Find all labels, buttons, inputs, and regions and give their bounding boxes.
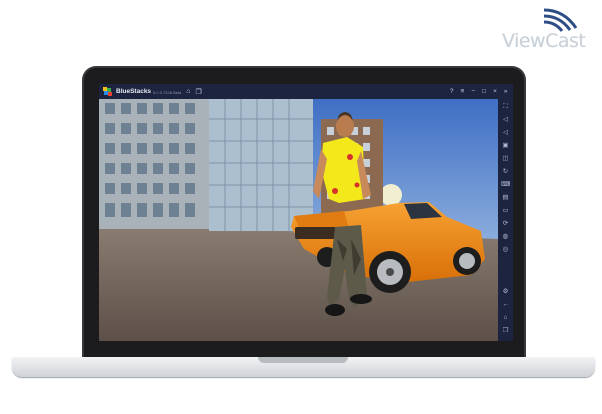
screen-record-icon[interactable]: ▣ — [501, 141, 510, 150]
back-icon[interactable]: ← — [501, 300, 510, 309]
bluestacks-sidebar: ⛶ ◁ ◁ ▣ ◫ ↻ ⌨ ▤ ▭ ⟳ ◍ ◎ ⚙ ← ⌂ ❐ — [498, 99, 513, 341]
macro-icon[interactable]: ⌨ — [501, 180, 510, 189]
glass-tower — [209, 99, 313, 231]
app-version: 5.0.0.7228 Beta — [153, 89, 182, 95]
settings-icon[interactable]: ⚙ — [501, 287, 510, 296]
minimize-icon[interactable]: − — [471, 88, 475, 95]
app-name: BlueStacks — [116, 88, 152, 95]
volume-down-icon[interactable]: ◁ — [501, 128, 510, 137]
volume-up-icon[interactable]: ◁ — [501, 115, 510, 124]
laptop-screen: BlueStacks 5.0.0.7228 Beta ⌂ ❐ ? ≡ − □ ×… — [99, 84, 513, 341]
menu-icon[interactable]: ≡ — [461, 88, 465, 95]
sync-icon[interactable]: ⟳ — [501, 219, 510, 228]
restore-icon[interactable]: □ — [482, 88, 486, 95]
office-building — [99, 99, 211, 229]
fullscreen-icon[interactable]: ⛶ — [501, 102, 510, 111]
laptop-notch — [258, 357, 348, 363]
home-icon[interactable]: ⌂ — [501, 313, 510, 322]
multi-instance-icon[interactable]: ❐ — [196, 88, 202, 96]
recent-apps-icon[interactable]: ❐ — [501, 326, 510, 335]
signal-waves-icon — [543, 8, 578, 32]
sun — [380, 184, 402, 206]
shake-icon[interactable]: ◎ — [501, 245, 510, 254]
game-scene — [99, 99, 498, 341]
collapse-sidebar-icon[interactable]: » — [504, 88, 508, 95]
screenshot-icon[interactable]: ◫ — [501, 154, 510, 163]
bluestacks-titlebar: BlueStacks 5.0.0.7228 Beta ⌂ ❐ ? ≡ − □ ×… — [99, 84, 513, 99]
multi-instance-manager-icon[interactable]: ▤ — [501, 193, 510, 202]
logo-text: ViewCast — [502, 30, 586, 52]
game-viewport[interactable] — [99, 99, 498, 341]
eco-mode-icon[interactable]: ◍ — [501, 232, 510, 241]
folder-icon[interactable]: ▭ — [501, 206, 510, 215]
bluestacks-logo-icon — [103, 87, 112, 96]
rotate-icon[interactable]: ↻ — [501, 167, 510, 176]
home-icon[interactable]: ⌂ — [186, 88, 190, 95]
viewcast-logo: ViewCast — [500, 8, 596, 54]
close-icon[interactable]: × — [493, 88, 497, 95]
help-icon[interactable]: ? — [450, 88, 454, 95]
